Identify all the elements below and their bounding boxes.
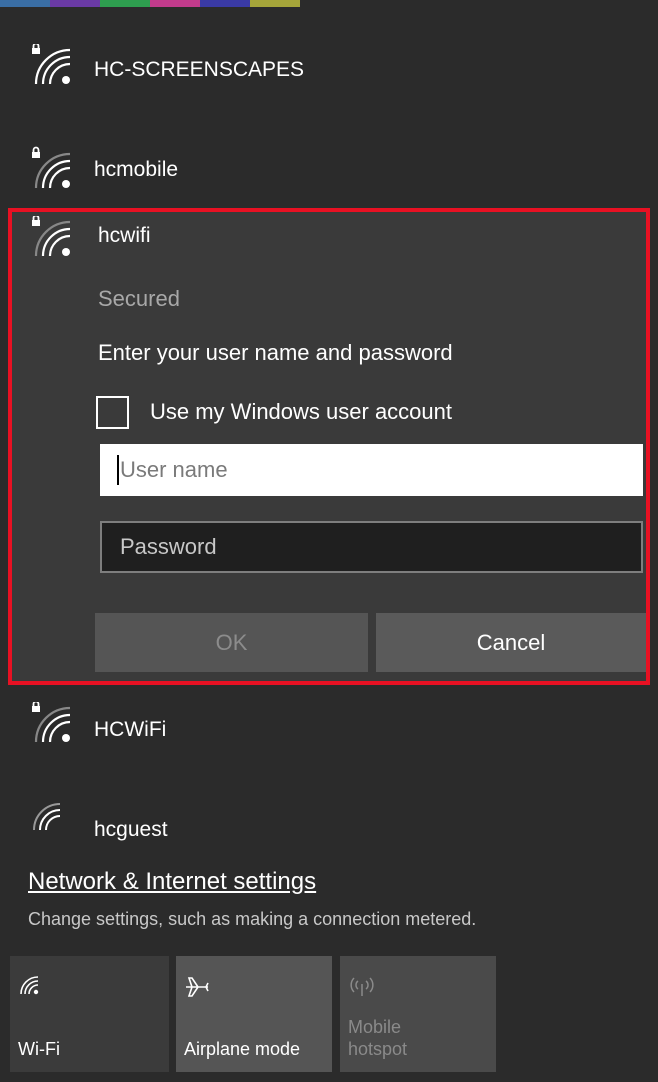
- ok-button[interactable]: OK: [95, 613, 368, 672]
- username-input[interactable]: [100, 444, 643, 496]
- wifi-tile[interactable]: Wi-Fi: [10, 956, 169, 1072]
- mobile-hotspot-icon: [348, 974, 376, 1003]
- airplane-mode-tile[interactable]: Airplane mode: [176, 956, 332, 1072]
- wifi-icon: [18, 974, 42, 1003]
- top-color-strip: [0, 0, 400, 7]
- network-item-hcguest[interactable]: hcguest: [0, 790, 658, 850]
- wifi-icon: [28, 802, 74, 832]
- credentials-prompt: Enter your user name and password: [98, 340, 453, 365]
- mobile-hotspot-tile[interactable]: Mobile hotspot: [340, 956, 496, 1072]
- airplane-tile-label: Airplane mode: [184, 1039, 301, 1059]
- selected-network-panel: hcwifi Secured Enter your user name and …: [8, 208, 650, 685]
- wifi-secured-icon: [28, 702, 74, 748]
- settings-description: Change settings, such as making a connec…: [28, 909, 477, 929]
- checkbox-label[interactable]: Use my Windows user account: [150, 399, 452, 425]
- network-name: HC-SCREENSCAPES: [94, 58, 305, 81]
- network-internet-settings-link[interactable]: Network & Internet settings: [28, 868, 316, 896]
- selected-network-name: hcwifi: [98, 224, 151, 247]
- wifi-tile-label: Wi-Fi: [18, 1039, 60, 1059]
- hotspot-label-line2: hotspot: [348, 1039, 408, 1059]
- network-item-hcwifi-2[interactable]: HCWiFi: [0, 690, 658, 780]
- use-windows-account-checkbox[interactable]: [96, 396, 129, 429]
- password-input[interactable]: [100, 521, 643, 573]
- network-item-hc-screenscapes[interactable]: HC-SCREENSCAPES: [0, 30, 658, 120]
- wifi-secured-icon: [28, 44, 74, 90]
- wifi-secured-icon: [28, 144, 74, 190]
- hotspot-label-line1: Mobile: [348, 1017, 402, 1037]
- network-name: HCWiFi: [94, 718, 167, 741]
- network-name: hcmobile: [94, 158, 179, 181]
- text-caret: [117, 455, 119, 485]
- cancel-button[interactable]: Cancel: [376, 613, 646, 672]
- airplane-icon: [184, 974, 210, 1005]
- network-item-hcmobile[interactable]: hcmobile: [0, 120, 658, 210]
- hotspot-tile-label: Mobile hotspot: [348, 1016, 407, 1060]
- network-status: Secured: [98, 286, 180, 311]
- network-name: hcguest: [94, 818, 168, 841]
- wifi-secured-icon: [28, 216, 74, 262]
